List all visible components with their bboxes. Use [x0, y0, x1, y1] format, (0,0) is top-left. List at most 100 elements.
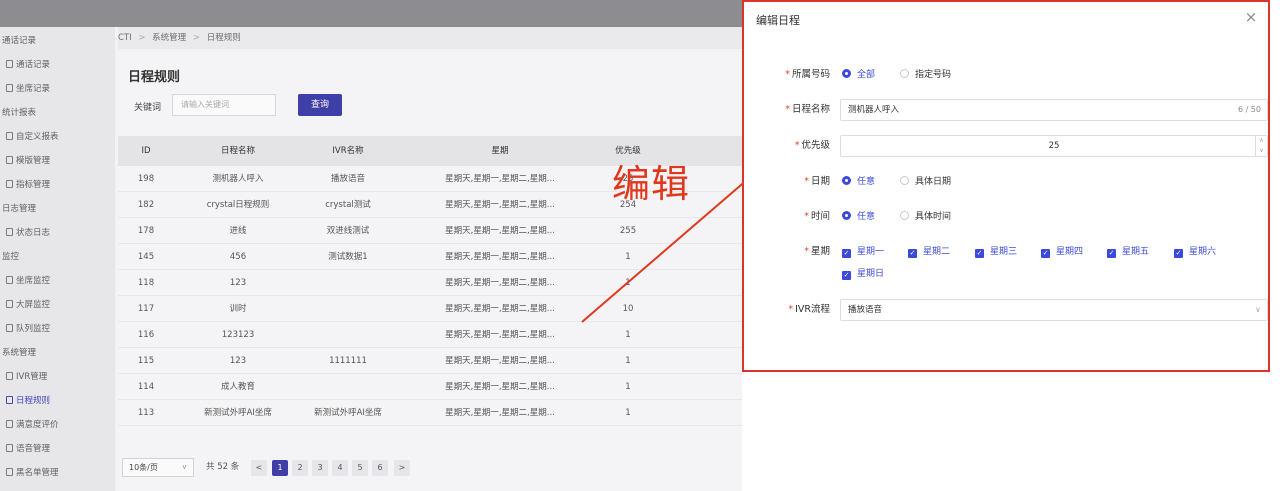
- sidebar-item[interactable]: 坐席监控: [0, 271, 115, 291]
- date-option-any[interactable]: 任意: [842, 175, 875, 189]
- table-row[interactable]: 117 训时 星期天,星期一,星期二,星期... 10: [118, 296, 742, 322]
- ivr-flow-label: * IVR流程: [788, 304, 830, 315]
- time-option-specific[interactable]: 具体时间: [900, 210, 951, 224]
- weekday-checkbox[interactable]: ✓ 星期日: [842, 267, 884, 281]
- priority-input[interactable]: 25 ∧ ∨: [840, 135, 1268, 157]
- table-row[interactable]: 145 456 测试数据1 星期天,星期一,星期二,星期... 1: [118, 244, 742, 270]
- table-row[interactable]: 118 123 星期天,星期一,星期二,星期... 1: [118, 270, 742, 296]
- date-option-specific[interactable]: 具体日期: [900, 175, 951, 189]
- weekday-checkbox[interactable]: ✓ 星期一: [842, 245, 884, 259]
- sidebar-group[interactable]: 统计报表: [0, 103, 115, 123]
- sidebar-item-label: 坐席监控: [16, 276, 51, 286]
- dialog-title: 编辑日程: [756, 14, 800, 27]
- prev-page-button[interactable]: <: [251, 460, 267, 476]
- next-page-button[interactable]: >: [394, 460, 410, 476]
- weekday-checkbox[interactable]: ✓ 星期五: [1107, 245, 1149, 259]
- sidebar-group[interactable]: 监控: [0, 247, 115, 267]
- radio-icon: [900, 69, 909, 78]
- weekday-checkbox[interactable]: ✓ 星期二: [908, 245, 950, 259]
- schedule-name-input[interactable]: 测机器人呼入 6 / 50: [840, 99, 1268, 121]
- table-row[interactable]: 114 成人教育 星期天,星期一,星期二,星期... 1: [118, 374, 742, 400]
- number-option-specific[interactable]: 指定号码: [900, 68, 951, 82]
- sidebar-item[interactable]: IVR管理: [0, 367, 115, 387]
- table-cell: 新测试外呼AI坐席: [204, 408, 272, 418]
- weekday-checkbox[interactable]: ✓ 星期四: [1041, 245, 1083, 259]
- page-button[interactable]: 1: [272, 460, 288, 476]
- sidebar-item-label: 坐席记录: [16, 84, 51, 94]
- content-panel: 日程规则 关键词 请输入关键词 查询 ID 日程名称 IVR名称 星期 优先级 198 测…: [118, 52, 742, 491]
- table-cell: 训时: [229, 304, 247, 314]
- doc-icon: [6, 276, 13, 284]
- table-cell: 1: [625, 382, 631, 392]
- sidebar-item[interactable]: 自定义报表: [0, 127, 115, 147]
- sidebar-item[interactable]: 通话记录: [0, 55, 115, 75]
- sidebar-item-label: 满意度评价: [16, 420, 59, 430]
- table-cell: 198: [137, 174, 155, 184]
- table-cell: 星期天,星期一,星期二,星期...: [445, 200, 555, 210]
- breadcrumb-item[interactable]: CTI: [118, 33, 132, 43]
- breadcrumb-item[interactable]: 系统管理: [152, 33, 186, 43]
- column-header: 日程名称: [220, 146, 256, 156]
- sidebar-item-label: 通话记录: [2, 36, 37, 46]
- page-button[interactable]: 6: [372, 460, 388, 476]
- sidebar-item[interactable]: 语音管理: [0, 439, 115, 459]
- sidebar-item-label: 系统管理: [2, 348, 37, 358]
- doc-icon: [6, 60, 13, 68]
- table-cell: 1111111: [329, 356, 367, 366]
- weekday-checkbox[interactable]: ✓ 星期六: [1174, 245, 1216, 259]
- weekday-checkbox[interactable]: ✓ 星期三: [975, 245, 1017, 259]
- doc-icon: [6, 468, 13, 476]
- sidebar-group[interactable]: 系统管理: [0, 343, 115, 363]
- sidebar-item[interactable]: 大屏监控: [0, 295, 115, 315]
- stepper-arrows-icon[interactable]: ∧ ∨: [1255, 136, 1267, 156]
- table-cell: crystal测试: [325, 200, 371, 210]
- table-cell: 117: [137, 304, 155, 314]
- close-icon[interactable]: ×: [1242, 8, 1260, 26]
- sidebar: 通话记录 通话记录 坐席记录 统计报表 自定义报表 模版管理 指标管理 日志管理 状态日志 监控坐…: [0, 27, 115, 491]
- keyword-input[interactable]: 请输入关键词: [172, 94, 276, 116]
- sidebar-item[interactable]: 队列监控: [0, 319, 115, 339]
- priority-value: 25: [1048, 141, 1060, 151]
- sidebar-item-label: 统计报表: [2, 108, 37, 118]
- keyword-label: 关键词: [134, 103, 162, 113]
- column-header: IVR名称: [332, 146, 364, 156]
- check-icon: ✓: [842, 249, 851, 258]
- sidebar-item[interactable]: 日程规则: [0, 391, 115, 411]
- page-button[interactable]: 3: [312, 460, 328, 476]
- sidebar-item-label: 指标管理: [16, 180, 51, 190]
- sidebar-group[interactable]: 日志管理: [0, 199, 115, 219]
- doc-icon: [6, 228, 13, 236]
- breadcrumb-separator-icon: >: [138, 33, 146, 43]
- ivr-flow-select[interactable]: 播放语音 ∨: [840, 299, 1268, 321]
- sidebar-group[interactable]: 通话记录: [0, 31, 115, 51]
- page-button[interactable]: 5: [352, 460, 368, 476]
- table-row[interactable]: 116 123123 星期天,星期一,星期二,星期... 1: [118, 322, 742, 348]
- schedule-name-value: 测机器人呼入: [848, 105, 900, 115]
- sidebar-item[interactable]: 模版管理: [0, 151, 115, 171]
- query-button[interactable]: 查询: [298, 94, 342, 116]
- weekday-label-text: 星期六: [1189, 247, 1217, 257]
- table-row[interactable]: 115 123 1111111 星期天,星期一,星期二,星期... 1: [118, 348, 742, 374]
- sidebar-item[interactable]: 指标管理: [0, 175, 115, 195]
- sidebar-item[interactable]: 坐席记录: [0, 79, 115, 99]
- table-cell: 255: [619, 226, 637, 236]
- sidebar-item[interactable]: 状态日志: [0, 223, 115, 243]
- page-button[interactable]: 4: [332, 460, 348, 476]
- number-option-all[interactable]: 全部: [842, 68, 875, 82]
- sidebar-item[interactable]: 满意度评价: [0, 415, 115, 435]
- page-size-select[interactable]: 10条/页 ∨: [122, 458, 194, 477]
- doc-icon: [6, 324, 13, 332]
- column-header: 星期: [491, 146, 509, 156]
- check-icon: ✓: [1041, 249, 1050, 258]
- table-cell: 123123: [221, 330, 255, 340]
- table-row[interactable]: 178 进线 双进线测试 星期天,星期一,星期二,星期... 255: [118, 218, 742, 244]
- table-row[interactable]: 113 新测试外呼AI坐席 新测试外呼AI坐席 星期天,星期一,星期二,星期... 1: [118, 400, 742, 426]
- table-cell: 测试数据1: [328, 252, 368, 262]
- sidebar-item[interactable]: 黑名单管理: [0, 463, 115, 483]
- page-button[interactable]: 2: [292, 460, 308, 476]
- doc-icon: [6, 180, 13, 188]
- page-size-value: 10条/页: [129, 463, 158, 472]
- table-cell: 114: [137, 382, 155, 392]
- time-option-any[interactable]: 任意: [842, 210, 875, 224]
- table-cell: 星期天,星期一,星期二,星期...: [445, 252, 555, 262]
